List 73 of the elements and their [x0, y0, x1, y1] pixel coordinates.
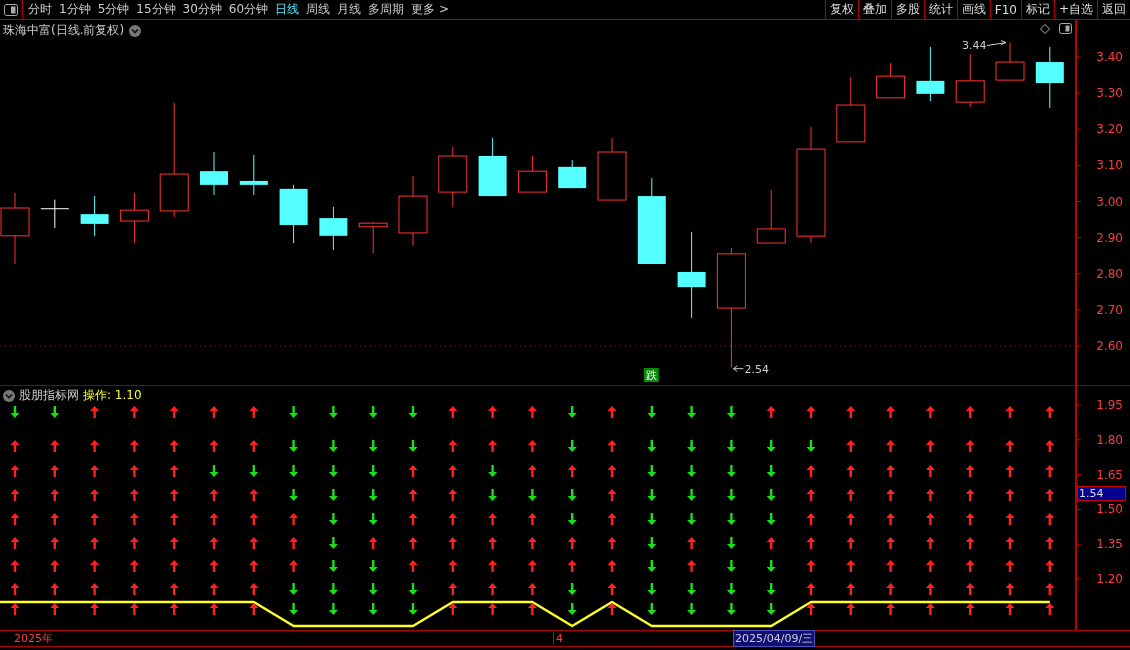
- candlestick: [239, 154, 268, 196]
- toolbar-button[interactable]: +自选: [1053, 0, 1097, 19]
- toolbar-button[interactable]: 叠加: [857, 0, 891, 19]
- axis-label: 1.65: [1096, 467, 1123, 482]
- axis-label: 1.80: [1096, 432, 1123, 447]
- date-label: 4: [553, 632, 563, 645]
- candlestick: [119, 192, 149, 244]
- period-tab[interactable]: 分时: [28, 1, 52, 18]
- candlestick: [756, 189, 786, 244]
- price-label: 3.44: [962, 38, 987, 52]
- candlestick: [1035, 46, 1064, 109]
- chart-title: 珠海中富(日线.前复权): [3, 22, 125, 39]
- axis-label: 2.60: [1096, 339, 1123, 353]
- diamond-icon[interactable]: [1040, 23, 1050, 34]
- candlestick: [916, 46, 945, 102]
- candlestick: [876, 62, 906, 99]
- toolbar-button[interactable]: 统计: [923, 0, 957, 19]
- toolbar-button[interactable]: 复权: [824, 0, 858, 19]
- axis-label: 2.80: [1096, 266, 1123, 281]
- axis-label: 1.50: [1096, 502, 1123, 517]
- candlestick: [558, 159, 587, 189]
- axis-label: 3.30: [1096, 86, 1123, 101]
- period-tab[interactable]: 更多 >: [411, 1, 449, 18]
- chevron-down-icon[interactable]: [3, 389, 15, 402]
- period-tab[interactable]: 日线: [275, 1, 300, 18]
- period-tab[interactable]: 1分钟: [59, 1, 91, 18]
- candlestick: [279, 184, 308, 244]
- period-tab[interactable]: 60分钟: [228, 1, 269, 18]
- candlestick: [478, 137, 507, 197]
- price-label: 2.54: [744, 362, 769, 376]
- toolbar-button[interactable]: 返回: [1097, 0, 1130, 19]
- axis-label: 2.70: [1096, 302, 1123, 317]
- arrow-icon: [986, 40, 1007, 47]
- axis-label: 1.95: [1096, 398, 1123, 412]
- panel-toggle-icon[interactable]: [4, 3, 18, 16]
- signal-badge: 跌: [643, 368, 659, 382]
- axis-label: 1.20: [1096, 572, 1123, 586]
- candlestick: [200, 151, 228, 196]
- current-value-label: 1.54: [1077, 486, 1126, 501]
- period-tab[interactable]: 15分钟: [136, 1, 176, 18]
- period-tab[interactable]: 5分钟: [97, 1, 130, 18]
- candlestick: [319, 206, 348, 251]
- axis-label: 3.40: [1096, 50, 1123, 64]
- axis-label: 1.35: [1096, 537, 1123, 552]
- period-tab[interactable]: 30分钟: [182, 1, 222, 18]
- arrow-icon: [732, 365, 744, 373]
- cursor-date: 2025/04/09/三: [733, 630, 816, 647]
- candlestick: [836, 76, 866, 143]
- candlestick: [398, 175, 428, 247]
- indicator-name: 股朋指标网: [19, 387, 79, 404]
- panel-toggle-icon[interactable]: [1059, 23, 1072, 34]
- candlestick: [955, 53, 985, 108]
- axis-label: 2.90: [1096, 230, 1123, 245]
- candlestick: [358, 221, 388, 254]
- candlestick: [995, 42, 1025, 81]
- axis-label: 3.20: [1096, 122, 1123, 137]
- indicator-reading: 操作: 1.10: [83, 387, 142, 404]
- chevron-down-icon[interactable]: [129, 24, 142, 37]
- period-tab[interactable]: 多周期: [368, 1, 405, 18]
- toolbar-button[interactable]: 画线: [956, 0, 990, 19]
- axis-label: 3.00: [1096, 194, 1123, 209]
- date-label: 2025年: [14, 631, 53, 646]
- candlestick: [438, 146, 468, 208]
- period-tab[interactable]: 周线: [306, 1, 331, 18]
- candlestick: [80, 195, 109, 237]
- toolbar-button[interactable]: 多股: [890, 0, 924, 19]
- toolbar-button[interactable]: 标记: [1020, 0, 1054, 19]
- toolbar-button[interactable]: F10: [989, 0, 1021, 19]
- period-tab[interactable]: 月线: [337, 1, 362, 18]
- candlestick: [597, 137, 627, 201]
- axis-label: 3.10: [1096, 158, 1123, 173]
- candlestick: [40, 199, 70, 229]
- candlestick: [517, 155, 547, 193]
